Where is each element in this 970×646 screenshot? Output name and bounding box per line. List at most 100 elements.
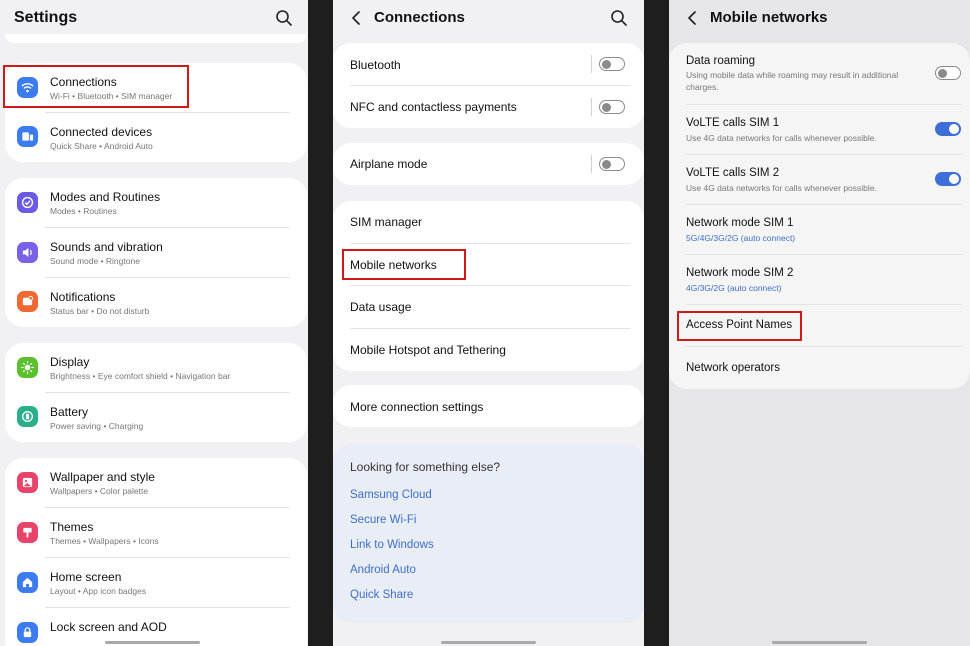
- settings-item-connected-devices[interactable]: Connected devices Quick Share • Android …: [5, 113, 307, 162]
- back-arrow-icon[interactable]: [349, 10, 363, 26]
- setting-label: Network mode SIM 1: [686, 217, 794, 229]
- setting-row-volte-sim2[interactable]: VoLTE calls SIM 2 Use 4G data networks f…: [669, 155, 970, 204]
- connections-group: Airplane mode: [333, 143, 644, 185]
- toggle-row-bluetooth[interactable]: Bluetooth: [333, 43, 644, 85]
- bluetooth-toggle[interactable]: [599, 57, 625, 71]
- item-label: Display: [50, 355, 90, 369]
- divider: [591, 98, 592, 116]
- menu-item-sim-manager[interactable]: SIM manager: [350, 215, 422, 229]
- page-title: Mobile networks: [710, 9, 828, 26]
- toggle-label: Bluetooth: [350, 58, 401, 72]
- suggestions-card: Looking for something else? Samsung Clou…: [333, 443, 644, 623]
- airplane-mode-toggle[interactable]: [599, 157, 625, 171]
- item-subtitle: Sound mode • Ringtone: [50, 256, 140, 266]
- navigation-handle[interactable]: [441, 641, 536, 644]
- item-subtitle: Brightness • Eye comfort shield • Naviga…: [50, 371, 231, 381]
- panel-divider: [644, 0, 669, 646]
- item-label: Lock screen and AOD: [50, 620, 167, 634]
- page-title: Connections: [374, 9, 465, 26]
- toggle-row-nfc[interactable]: NFC and contactless payments: [333, 86, 644, 128]
- wallpaper-icon: [17, 472, 38, 493]
- menu-item-data-usage[interactable]: Data usage: [350, 300, 411, 314]
- link-windows[interactable]: Link to Windows: [350, 539, 434, 551]
- setting-value: 5G/4G/3G/2G (auto connect): [686, 233, 796, 243]
- settings-group: Wallpaper and style Wallpapers • Color p…: [5, 458, 307, 646]
- settings-item-home-screen[interactable]: Home screen Layout • App icon badges: [5, 558, 307, 608]
- settings-item-wallpaper[interactable]: Wallpaper and style Wallpapers • Color p…: [5, 458, 307, 508]
- setting-description: Use 4G data networks for calls whenever …: [686, 133, 877, 143]
- settings-screen: Settings Connections Wi-Fi • Bluetooth •…: [0, 0, 308, 646]
- search-icon[interactable]: [275, 9, 293, 27]
- toggle-label: Airplane mode: [350, 157, 428, 171]
- settings-item-modes[interactable]: Modes and Routines Modes • Routines: [5, 178, 307, 228]
- settings-group: Display Brightness • Eye comfort shield …: [5, 343, 307, 442]
- devices-icon: [17, 126, 38, 147]
- highlight-box: [342, 249, 466, 280]
- menu-item-hotspot[interactable]: Mobile Hotspot and Tethering: [350, 343, 506, 357]
- item-label: Modes and Routines: [50, 190, 161, 204]
- volte-sim1-toggle[interactable]: [935, 122, 961, 136]
- setting-label: VoLTE calls SIM 1: [686, 117, 780, 129]
- navigation-handle[interactable]: [772, 641, 867, 644]
- item-label: Home screen: [50, 570, 122, 584]
- data-roaming-toggle[interactable]: [935, 66, 961, 80]
- divider: [350, 328, 630, 329]
- item-subtitle: Status bar • Do not disturb: [50, 306, 150, 316]
- item-subtitle: Layout • App icon badges: [50, 586, 147, 596]
- link-android-auto[interactable]: Android Auto: [350, 564, 416, 576]
- check-circle-icon: [17, 192, 38, 213]
- item-label: Notifications: [50, 290, 116, 304]
- settings-item-battery[interactable]: Battery Power saving • Charging: [5, 393, 307, 442]
- setting-row-network-mode-sim1[interactable]: Network mode SIM 1 5G/4G/3G/2G (auto con…: [669, 205, 970, 254]
- menu-item-more-settings[interactable]: More connection settings: [350, 400, 483, 414]
- notification-icon: [17, 291, 38, 312]
- link-samsung-cloud[interactable]: Samsung Cloud: [350, 489, 432, 501]
- highlight-box: [677, 311, 802, 341]
- panel-divider: [308, 0, 333, 646]
- item-label: Wallpaper and style: [50, 470, 155, 484]
- divider: [686, 346, 962, 347]
- link-secure-wifi[interactable]: Secure Wi-Fi: [350, 514, 416, 526]
- setting-row-volte-sim1[interactable]: VoLTE calls SIM 1 Use 4G data networks f…: [669, 105, 970, 154]
- connections-group: Bluetooth NFC and contactless payments: [333, 43, 644, 128]
- settings-group: Modes and Routines Modes • Routines Soun…: [5, 178, 307, 327]
- divider: [591, 155, 592, 173]
- settings-group-top: [5, 34, 307, 43]
- mobile-networks-screen: Mobile networks Data roaming Using mobil…: [669, 0, 970, 646]
- connections-screen: Connections Bluetooth NFC and contactles…: [333, 0, 644, 646]
- item-subtitle: Quick Share • Android Auto: [50, 141, 153, 151]
- volte-sim2-toggle[interactable]: [935, 172, 961, 186]
- setting-row-data-roaming[interactable]: Data roaming Using mobile data while roa…: [669, 43, 970, 104]
- suggestions-title: Looking for something else?: [350, 460, 501, 474]
- setting-row-network-mode-sim2[interactable]: Network mode SIM 2 4G/3G/2G (auto connec…: [669, 255, 970, 304]
- settings-item-display[interactable]: Display Brightness • Eye comfort shield …: [5, 343, 307, 393]
- divider: [591, 55, 592, 73]
- themes-icon: [17, 522, 38, 543]
- page-title: Settings: [14, 9, 78, 26]
- settings-item-themes[interactable]: Themes Themes • Wallpapers • Icons: [5, 508, 307, 558]
- item-label: Sounds and vibration: [50, 240, 163, 254]
- volume-icon: [17, 242, 38, 263]
- link-quick-share[interactable]: Quick Share: [350, 589, 413, 601]
- settings-item-notifications[interactable]: Notifications Status bar • Do not distur…: [5, 278, 307, 327]
- setting-label: Data roaming: [686, 55, 756, 67]
- setting-label: Network mode SIM 2: [686, 267, 794, 279]
- settings-item-sounds[interactable]: Sounds and vibration Sound mode • Ringto…: [5, 228, 307, 278]
- lock-icon: [17, 622, 38, 643]
- setting-description: Using mobile data while roaming may resu…: [686, 70, 899, 92]
- nfc-toggle[interactable]: [599, 100, 625, 114]
- item-subtitle: Wallpapers • Color palette: [50, 486, 149, 496]
- toggle-row-airplane[interactable]: Airplane mode: [333, 143, 644, 185]
- connections-group: More connection settings: [333, 385, 644, 427]
- setting-description: Use 4G data networks for calls whenever …: [686, 183, 877, 193]
- menu-item-network-operators[interactable]: Network operators: [686, 362, 780, 374]
- navigation-handle[interactable]: [105, 641, 200, 644]
- search-icon[interactable]: [610, 9, 628, 27]
- divider: [350, 243, 630, 244]
- item-subtitle: Power saving • Charging: [50, 421, 144, 431]
- item-label: Connected devices: [50, 125, 153, 139]
- connections-group: SIM manager Mobile networks Data usage M…: [333, 201, 644, 371]
- back-arrow-icon[interactable]: [685, 10, 699, 26]
- highlight-box: [3, 65, 189, 108]
- item-label: Themes: [50, 520, 94, 534]
